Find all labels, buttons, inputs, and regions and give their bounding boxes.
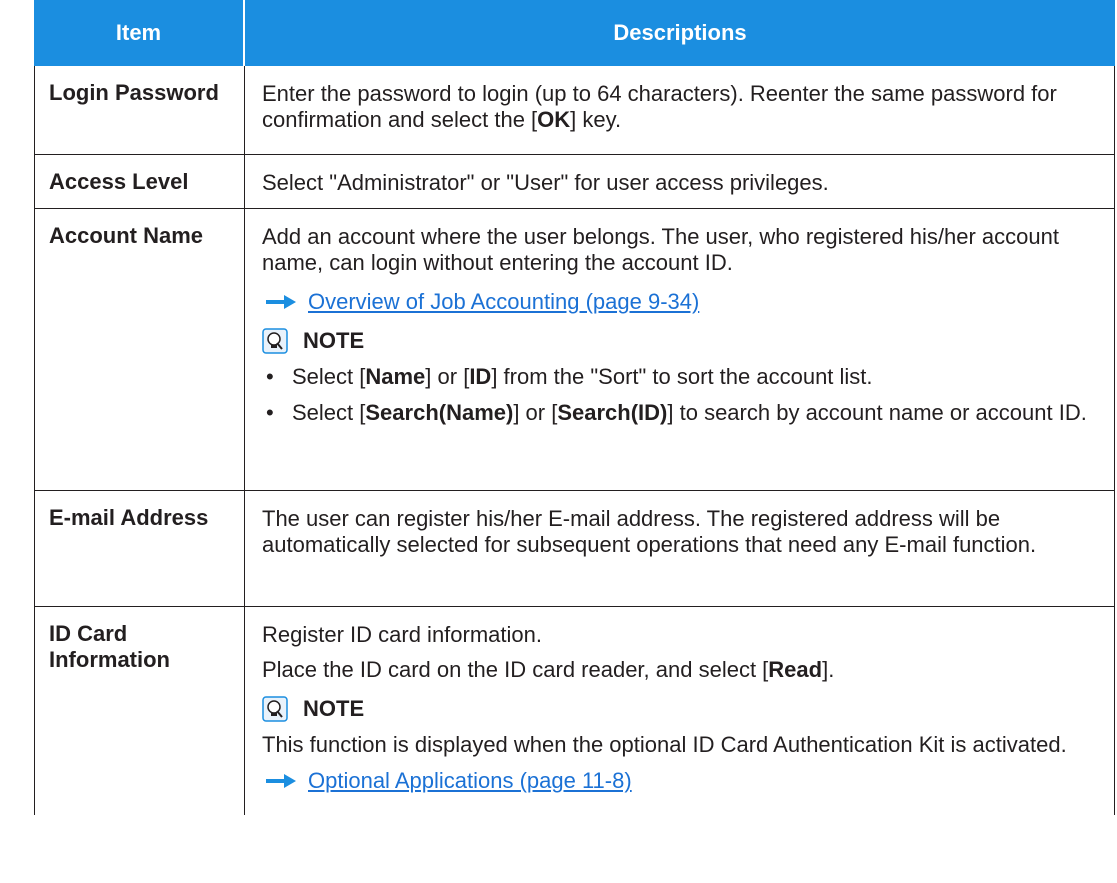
item-login-password: Login Password [35, 66, 245, 154]
table-row: Access Level Select "Administrator" or "… [34, 155, 1115, 209]
key-ok: OK [537, 107, 571, 132]
note-label: NOTE [303, 328, 365, 353]
list-item: • Select [Name] or [ID] from the "Sort" … [266, 364, 873, 389]
note-lightbulb-icon [262, 696, 288, 722]
link-optional-applications[interactable]: Optional Applications (page 11-8) [308, 768, 632, 794]
desc-access-level: Select "Administrator" or "User" for use… [245, 155, 1114, 208]
item-access-level: Access Level [35, 155, 245, 208]
desc-text: Enter the password to login (up to 64 ch… [262, 81, 1057, 132]
table-row: ID Card Information Register ID card inf… [34, 607, 1115, 815]
desc-login-password: Enter the password to login (up to 64 ch… [245, 66, 1114, 154]
desc-email-address: The user can register his/her E-mail add… [245, 491, 1114, 606]
key-search-id: Search(ID) [557, 400, 668, 425]
desc-account-name: Add an account where the user belongs. T… [245, 209, 1114, 490]
table-row: Account Name Add an account where the us… [34, 209, 1115, 491]
right-arrow-icon [266, 295, 296, 309]
settings-table: Item Descriptions Login Password Enter t… [34, 0, 1115, 815]
desc-id-card-information: Register ID card information. Place the … [245, 607, 1114, 815]
note-heading: NOTE [262, 696, 1100, 722]
header-item: Item [34, 0, 245, 66]
note-label: NOTE [303, 696, 365, 721]
key-id: ID [469, 364, 492, 389]
note-heading: NOTE [262, 328, 1100, 354]
right-arrow-icon [266, 774, 296, 788]
desc-text: The user can register his/her E-mail add… [262, 506, 1037, 557]
item-account-name: Account Name [35, 209, 245, 490]
note-text: This function is displayed when the opti… [262, 732, 1067, 757]
key-search-name: Search(Name) [365, 400, 514, 425]
table-row: E-mail Address The user can register his… [34, 491, 1115, 607]
table-row: Login Password Enter the password to log… [34, 66, 1115, 155]
desc-text: Select "Administrator" or "User" for use… [262, 170, 829, 195]
list-item: • Select [Search(Name)] or [Search(ID)] … [266, 400, 1087, 425]
key-name: Name [365, 364, 426, 389]
link-job-accounting[interactable]: Overview of Job Accounting (page 9-34) [308, 289, 699, 315]
desc-text: ] key. [570, 107, 622, 132]
header-descriptions: Descriptions [613, 20, 747, 45]
table-header: Item Descriptions [34, 0, 1115, 66]
note-lightbulb-icon [262, 328, 288, 354]
desc-text: Register ID card information. [262, 622, 542, 647]
key-read: Read [768, 657, 823, 682]
item-id-card-information: ID Card Information [35, 607, 245, 815]
desc-text: Add an account where the user belongs. T… [262, 224, 1059, 275]
item-email-address: E-mail Address [35, 491, 245, 606]
